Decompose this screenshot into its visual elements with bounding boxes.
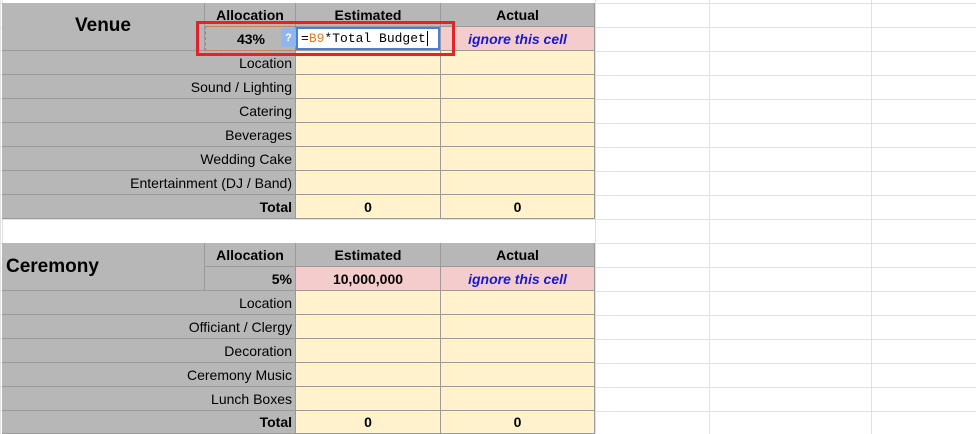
venue-item-actual[interactable] [441,147,595,171]
ceremony-item-label[interactable]: Location [2,291,296,315]
venue-total-actual[interactable]: 0 [441,195,595,219]
venue-total-label[interactable]: Total [2,195,296,219]
ceremony-item-label[interactable]: Officiant / Clergy [2,315,296,339]
venue-estimated-header[interactable]: Estimated [296,3,441,27]
ceremony-item-actual[interactable] [441,339,595,363]
ceremony-actual-cell[interactable]: ignore this cell [441,267,595,291]
venue-item-actual[interactable] [441,75,595,99]
venue-item-estimated[interactable] [296,75,441,99]
venue-item-label[interactable]: Catering [2,99,296,123]
ceremony-title-cell[interactable]: Ceremony [2,243,205,291]
formula-editor-input[interactable]: = B9 *Total Budget [296,27,440,50]
ceremony-item-actual[interactable] [441,315,595,339]
venue-item-label[interactable]: Beverages [2,123,296,147]
venue-title-cell[interactable]: Venue [2,3,205,51]
ceremony-actual-header[interactable]: Actual [441,243,595,267]
ceremony-item-estimated[interactable] [296,363,441,387]
ceremony-allocation-value[interactable]: 5% [205,267,296,291]
ceremony-item-estimated[interactable] [296,291,441,315]
text-cursor [426,31,428,46]
formula-rest: *Total Budget [324,31,426,46]
ceremony-item-actual[interactable] [441,363,595,387]
ceremony-item-label[interactable]: Decoration [2,339,296,363]
venue-item-estimated[interactable] [296,123,441,147]
venue-actual-header[interactable]: Actual [441,3,595,27]
formula-prefix: = [301,31,309,46]
ceremony-estimated-header[interactable]: Estimated [296,243,441,267]
venue-item-estimated[interactable] [296,51,441,75]
venue-total-estimated[interactable]: 0 [296,195,441,219]
venue-item-actual[interactable] [441,99,595,123]
ceremony-item-estimated[interactable] [296,339,441,363]
ceremony-total-estimated[interactable]: 0 [296,411,441,434]
ceremony-total-label[interactable]: Total [2,411,296,434]
venue-item-label[interactable]: Sound / Lighting [2,75,296,99]
venue-item-actual[interactable] [441,123,595,147]
ceremony-item-actual[interactable] [441,387,595,411]
ceremony-item-label[interactable]: Ceremony Music [2,363,296,387]
venue-item-label[interactable]: Entertainment (DJ / Band) [2,171,296,195]
ceremony-item-estimated[interactable] [296,387,441,411]
venue-item-label[interactable]: Wedding Cake [2,147,296,171]
venue-item-label[interactable]: Location [2,51,296,75]
ceremony-item-estimated[interactable] [296,315,441,339]
ceremony-item-actual[interactable] [441,291,595,315]
venue-item-estimated[interactable] [296,147,441,171]
venue-actual-cell[interactable]: ignore this cell [441,27,595,51]
venue-item-actual[interactable] [441,51,595,75]
venue-item-actual[interactable] [441,171,595,195]
venue-item-estimated[interactable] [296,171,441,195]
venue-allocation-header[interactable]: Allocation [205,3,296,27]
ceremony-allocation-header[interactable]: Allocation [205,243,296,267]
ceremony-estimated-value[interactable]: 10,000,000 [296,267,441,291]
formula-help-button[interactable]: ? [281,28,296,47]
formula-cell-reference: B9 [308,31,325,46]
venue-title: Venue [75,14,131,36]
ceremony-total-actual[interactable]: 0 [441,411,595,434]
venue-item-estimated[interactable] [296,99,441,123]
ceremony-title: Ceremony [6,255,99,277]
ceremony-item-label[interactable]: Lunch Boxes [2,387,296,411]
